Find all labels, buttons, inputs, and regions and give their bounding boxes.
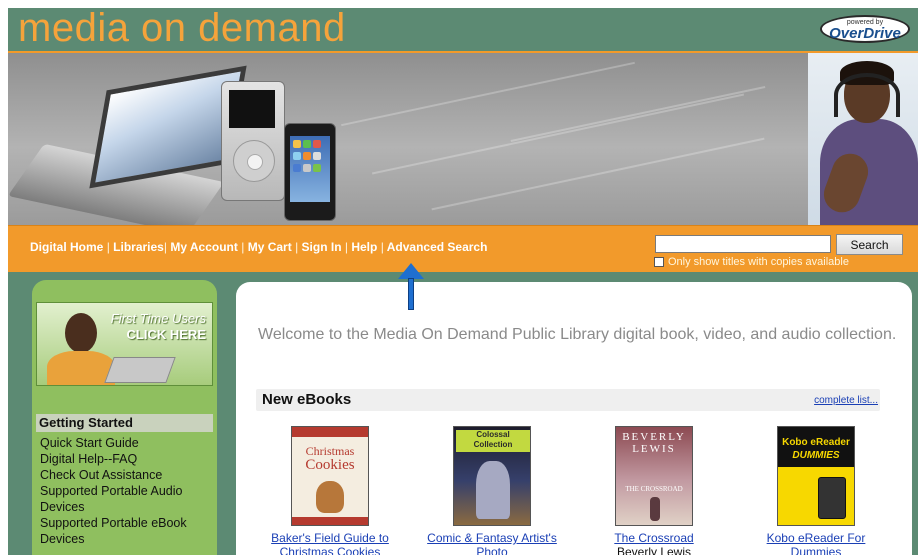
- link-quick-start-guide[interactable]: Quick Start Guide: [40, 435, 212, 451]
- cover-text: DUMMIES: [792, 450, 840, 461]
- nav-help[interactable]: Help: [351, 240, 377, 254]
- book-item: Christmas Cookies Baker's Field Guide to…: [260, 426, 400, 555]
- book-author: Beverly Lewis: [616, 545, 692, 555]
- book-cover[interactable]: Kobo eReader DUMMIES: [777, 426, 855, 526]
- cover-text: Colossal Collection: [456, 430, 530, 452]
- site-title[interactable]: media on demand: [18, 8, 346, 51]
- page-frame: media on demand powered by OverDrive Dig…: [8, 8, 918, 555]
- getting-started-heading: Getting Started: [36, 414, 213, 432]
- gingerbread-icon: [316, 481, 344, 513]
- overdrive-logo[interactable]: powered by OverDrive: [820, 15, 910, 43]
- promo-first-time-users: First Time Users: [110, 311, 206, 326]
- nav-bar: Digital Home | Libraries| My Account | M…: [8, 225, 918, 272]
- laptop-icon: [104, 357, 176, 383]
- link-check-out-assistance[interactable]: Check Out Assistance: [40, 467, 212, 483]
- search-input[interactable]: [655, 235, 831, 253]
- complete-list-link[interactable]: complete list...: [814, 395, 878, 406]
- only-available-checkbox[interactable]: [654, 257, 664, 267]
- book-cover[interactable]: Christmas Cookies: [291, 426, 369, 526]
- cover-text: THE CROSSROAD: [625, 485, 683, 493]
- search-button[interactable]: Search: [836, 234, 903, 255]
- new-ebooks-heading: New eBooks: [262, 391, 352, 408]
- book-title[interactable]: The Crossroad: [584, 531, 724, 545]
- book-cover[interactable]: Colossal Collection: [453, 426, 531, 526]
- up-arrow-shaft: [408, 278, 414, 310]
- nav-links: Digital Home | Libraries| My Account | M…: [30, 240, 487, 254]
- nav-sign-in[interactable]: Sign In: [302, 240, 342, 254]
- nav-separator: |: [163, 240, 167, 254]
- nav-separator: |: [241, 240, 245, 254]
- main-content: Welcome to the Media On Demand Public Li…: [236, 282, 912, 555]
- book-cover[interactable]: BEVERLY LEWIS THE CROSSROAD: [615, 426, 693, 526]
- only-available-label: Only show titles with copies available: [668, 256, 849, 268]
- headphones-icon: [834, 73, 900, 117]
- nav-digital-home[interactable]: Digital Home: [30, 240, 103, 254]
- figure-icon: [650, 497, 660, 521]
- new-ebooks-bar: New eBooks complete list...: [256, 389, 880, 411]
- book-item: BEVERLY LEWIS THE CROSSROAD The Crossroa…: [584, 426, 724, 555]
- up-arrow-icon: [398, 263, 424, 279]
- nav-separator: |: [344, 240, 348, 254]
- book-title[interactable]: Comic & Fantasy Artist's Photo: [422, 531, 562, 555]
- nav-my-cart[interactable]: My Cart: [248, 240, 292, 254]
- book-title[interactable]: Baker's Field Guide to Christmas Cookies: [260, 531, 400, 555]
- link-supported-audio-devices[interactable]: Supported Portable Audio Devices: [40, 483, 212, 515]
- sidebar: First Time Users CLICK HERE Getting Star…: [32, 280, 217, 555]
- cover-text: Cookies: [305, 457, 355, 473]
- banner-image: [8, 53, 918, 225]
- book-item: Kobo eReader DUMMIES Kobo eReader For Du…: [746, 426, 886, 555]
- welcome-text: Welcome to the Media On Demand Public Li…: [258, 326, 897, 343]
- nav-separator: |: [106, 240, 110, 254]
- link-digital-help-faq[interactable]: Digital Help--FAQ: [40, 451, 212, 467]
- link-supported-ebook-devices[interactable]: Supported Portable eBook Devices: [40, 515, 212, 547]
- ereader-icon: [818, 477, 846, 519]
- iphone-graphic: [284, 123, 336, 221]
- cover-text: Kobo eReader: [782, 437, 850, 448]
- header: media on demand powered by OverDrive: [8, 8, 918, 52]
- getting-started-links: Quick Start Guide Digital Help--FAQ Chec…: [40, 435, 212, 547]
- book-item: Colossal Collection Comic & Fantasy Arti…: [422, 426, 562, 555]
- first-time-users-banner[interactable]: First Time Users CLICK HERE: [36, 302, 213, 386]
- overdrive-name: OverDrive: [829, 25, 901, 42]
- book-title[interactable]: Kobo eReader For Dummies: [746, 531, 886, 555]
- cover-text: Christmas: [305, 444, 355, 458]
- ipod-graphic: [221, 81, 285, 201]
- nav-advanced-search[interactable]: Advanced Search: [387, 240, 488, 254]
- nav-separator: |: [380, 240, 384, 254]
- nav-my-account[interactable]: My Account: [170, 240, 238, 254]
- promo-click-here: CLICK HERE: [126, 327, 206, 342]
- cover-text: BEVERLY LEWIS: [622, 431, 686, 455]
- comic-figure-icon: [476, 461, 510, 519]
- nav-libraries[interactable]: Libraries: [113, 240, 164, 254]
- nav-separator: |: [295, 240, 299, 254]
